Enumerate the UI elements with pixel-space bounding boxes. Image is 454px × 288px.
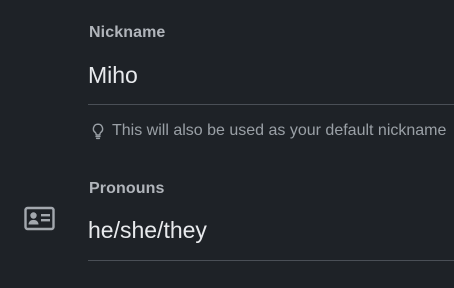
pronouns-label: Pronouns — [89, 180, 165, 197]
nickname-input[interactable]: Miho — [88, 62, 138, 89]
nickname-underline — [88, 104, 454, 105]
id-card-icon — [24, 205, 55, 231]
pronouns-underline — [88, 260, 454, 261]
nickname-hint-text: This will also be used as your default n… — [112, 122, 447, 139]
profile-settings-panel: Nickname Miho This will also be used as … — [0, 0, 454, 288]
pronouns-input[interactable]: he/she/they — [88, 217, 207, 244]
nickname-hint: This will also be used as your default n… — [90, 121, 446, 141]
nickname-label: Nickname — [89, 24, 166, 41]
lightbulb-icon — [90, 122, 106, 140]
